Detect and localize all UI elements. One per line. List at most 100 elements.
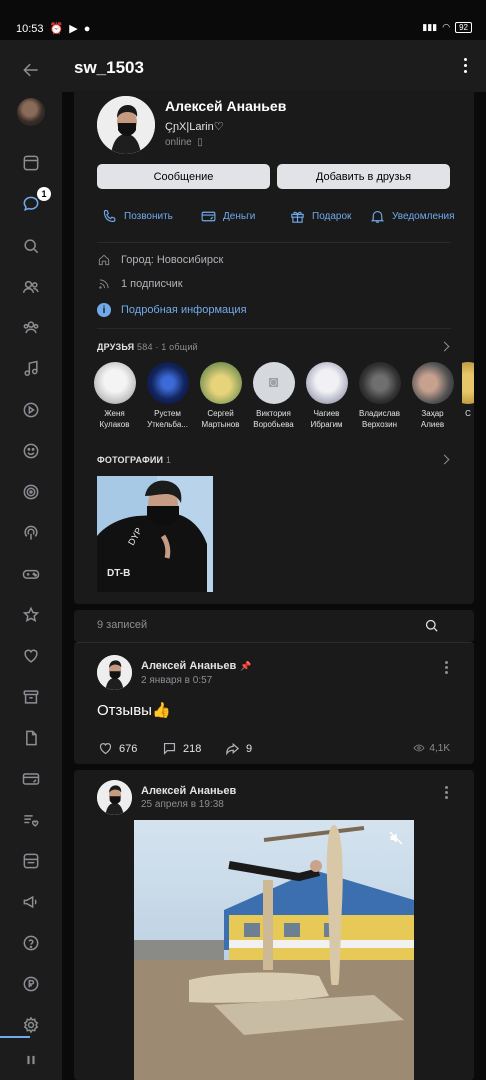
friends-section-title[interactable]: ДРУЗЬЯ 584 · 1 общий xyxy=(97,342,198,352)
comment-button[interactable]: 218 xyxy=(161,740,201,757)
heart-icon xyxy=(99,743,112,755)
friend-last-name: Уткельба... xyxy=(147,420,188,429)
like-button[interactable]: 676 xyxy=(97,740,137,757)
likes-heart-icon[interactable] xyxy=(19,644,43,668)
friend-item[interactable]: Рустем Уткельба... xyxy=(144,362,191,432)
post-author-name[interactable]: Алексей Ананьев xyxy=(141,785,236,797)
help-icon[interactable] xyxy=(19,931,43,955)
friend-item[interactable]: Женя Кулаков xyxy=(91,362,138,432)
friend-item[interactable]: С xyxy=(462,362,474,432)
status-bar-left: 10:53 ⏰ ▶ ● xyxy=(16,22,91,36)
eye-icon xyxy=(413,744,425,752)
favorites-list-icon[interactable] xyxy=(19,808,43,832)
status-bar-right: ▮▮▮ ◠ 92 xyxy=(422,22,472,33)
signal-icon: ▮▮▮ xyxy=(422,22,438,32)
camera-icon: ◙ xyxy=(252,362,295,404)
notifications-action[interactable]: Уведомления xyxy=(369,208,455,225)
settings-gear-icon[interactable] xyxy=(19,1013,43,1037)
profile-name: Алексей Ананьев xyxy=(165,98,287,114)
page-title: sw_1503 xyxy=(74,58,144,77)
chevron-right-icon[interactable] xyxy=(439,454,450,465)
add-friend-button[interactable]: Добавить в друзья xyxy=(277,164,450,189)
followers-row[interactable]: 1 подписчик xyxy=(97,277,183,291)
author-name-text: Алексей Ананьев xyxy=(141,660,237,672)
friend-first-name: Женя xyxy=(104,409,125,418)
friend-avatar xyxy=(199,362,242,404)
music-icon[interactable] xyxy=(19,357,43,381)
photos-title: ФОТОГРАФИИ xyxy=(97,455,164,465)
gift-icon xyxy=(291,211,304,223)
friend-last-name: Верхозин xyxy=(362,420,397,429)
documents-icon[interactable] xyxy=(19,726,43,750)
friend-first-name: Сергей xyxy=(207,409,234,418)
bell-icon xyxy=(371,210,384,223)
ads-megaphone-icon[interactable] xyxy=(19,890,43,914)
call-action[interactable]: Позвонить xyxy=(101,208,173,225)
money-action[interactable]: Деньги xyxy=(200,208,255,225)
details-link[interactable]: i Подробная информация xyxy=(97,303,247,317)
post-author-avatar[interactable] xyxy=(97,780,132,815)
post-date: 2 января в 0:57 xyxy=(141,675,213,686)
mute-icon[interactable] xyxy=(388,830,404,846)
call-label: Позвонить xyxy=(124,211,173,222)
gift-action[interactable]: Подарок xyxy=(289,208,351,225)
avatar[interactable] xyxy=(17,98,45,126)
friend-item[interactable]: Заҳар Алиев xyxy=(409,362,456,432)
photo-thumbnail[interactable]: DT-B DYP xyxy=(97,476,213,592)
friends-meta: 584 · 1 общий xyxy=(137,342,198,352)
friends-icon[interactable] xyxy=(19,275,43,299)
post-author-name[interactable]: Алексей Ананьев 📌 xyxy=(141,660,252,672)
friends-list: Женя Кулаков Рустем Уткельба... Сергей М… xyxy=(91,362,474,432)
post-text: Отзывы👍 xyxy=(97,702,171,719)
newsfeed-icon[interactable] xyxy=(19,151,43,175)
payments-icon[interactable] xyxy=(19,767,43,791)
chevron-right-icon[interactable] xyxy=(439,341,450,352)
play-icon: ▶ xyxy=(69,23,78,35)
photos-section-title[interactable]: ФОТОГРАФИИ 1 xyxy=(97,455,171,465)
messages-badge: 1 xyxy=(37,187,51,201)
share-button[interactable]: 9 xyxy=(224,740,252,757)
wall-post: Алексей Ананьев 25 апреля в 19:38 xyxy=(74,770,474,1080)
gift-label: Подарок xyxy=(312,211,352,222)
details-label: Подробная информация xyxy=(121,304,247,316)
chat-icon: ● xyxy=(83,22,91,35)
bookmarks-star-icon[interactable] xyxy=(19,603,43,627)
friend-item[interactable]: Владислав Верхозин xyxy=(356,362,403,432)
search-icon[interactable] xyxy=(19,234,43,258)
friend-item[interactable]: Чагиев Ибрагим xyxy=(303,362,350,432)
top-app-bar: sw_1503 xyxy=(62,40,486,92)
communities-icon[interactable] xyxy=(19,316,43,340)
alarm-icon: ⏰ xyxy=(49,23,64,35)
target-icon[interactable] xyxy=(19,480,43,504)
video-icon[interactable] xyxy=(19,398,43,422)
money-label: Деньги xyxy=(223,211,256,222)
profile-card: Алексей Ананьев ÇɲX|Larin♡ online ▯ Сооб… xyxy=(74,90,474,604)
friend-avatar xyxy=(146,362,189,404)
stickers-icon[interactable] xyxy=(19,439,43,463)
back-arrow-icon[interactable] xyxy=(19,58,43,82)
friend-item[interactable]: ◙ Виктория Воробьева xyxy=(250,362,297,432)
services-icon[interactable] xyxy=(19,849,43,873)
archive-icon[interactable] xyxy=(19,685,43,709)
friend-item[interactable]: Сергей Мартынов xyxy=(197,362,244,432)
vk-pay-icon[interactable] xyxy=(19,972,43,996)
profile-avatar[interactable] xyxy=(97,96,155,154)
post-menu-icon[interactable] xyxy=(445,661,448,676)
active-indicator xyxy=(0,1036,30,1038)
friend-last-name: Мартынов xyxy=(201,420,240,429)
message-button[interactable]: Сообщение xyxy=(97,164,270,189)
friend-last-name: Кулаков xyxy=(99,420,130,429)
search-icon[interactable] xyxy=(423,617,440,634)
more-options-icon[interactable] xyxy=(464,58,468,74)
profile-status[interactable]: ÇɲX|Larin♡ xyxy=(165,120,224,133)
post-video[interactable] xyxy=(134,820,414,1080)
games-icon[interactable] xyxy=(19,562,43,586)
post-menu-icon[interactable] xyxy=(445,786,448,801)
friend-avatar xyxy=(411,362,454,404)
battery-icon: 92 xyxy=(455,22,472,33)
post-author-avatar[interactable] xyxy=(97,655,132,690)
podcast-icon[interactable] xyxy=(19,521,43,545)
friend-first-name: Чагиев xyxy=(313,409,340,418)
pause-icon[interactable] xyxy=(19,1048,43,1072)
friend-last-name: Алиев xyxy=(420,420,445,429)
